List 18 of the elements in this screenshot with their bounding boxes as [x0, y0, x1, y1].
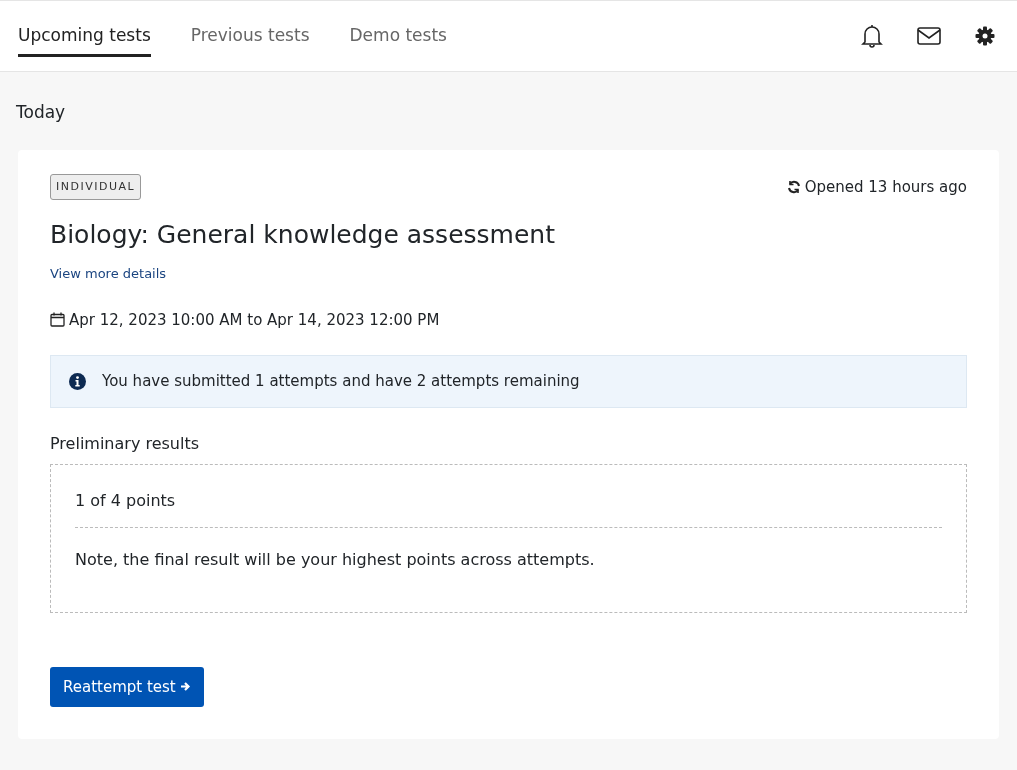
results-heading: Preliminary results	[50, 432, 201, 455]
arrow-right-icon	[179, 681, 191, 693]
type-tag: INDIVIDUAL	[50, 173, 142, 200]
details-link[interactable]: View more details	[50, 266, 167, 281]
note-text: Note, the final result will be your highest points across attempts.	[75, 548, 596, 571]
score-text: 1 of 4 points	[75, 489, 177, 512]
attempts-message: You have submitted 1 attempts and have 2 attempts remaining	[102, 371, 580, 392]
test-title: Biology: General knowledge assessment	[50, 220, 556, 250]
calendar-icon	[50, 312, 65, 328]
info-icon	[69, 372, 86, 390]
schedule-text: Apr 12, 2023 10:00 AM to Apr 14, 2023 12:00 PM	[69, 309, 440, 331]
refresh-icon	[786, 179, 801, 194]
reattempt-button[interactable]: Reattempt test	[50, 666, 204, 707]
nav-tab[interactable]: Previous tests	[190, 14, 310, 58]
status-text: Opened 13 hours ago	[804, 176, 967, 198]
nav-tab[interactable]: Upcoming tests	[18, 14, 151, 58]
nav-tab[interactable]: Demo tests	[349, 14, 447, 58]
section-heading: Today	[16, 102, 66, 122]
